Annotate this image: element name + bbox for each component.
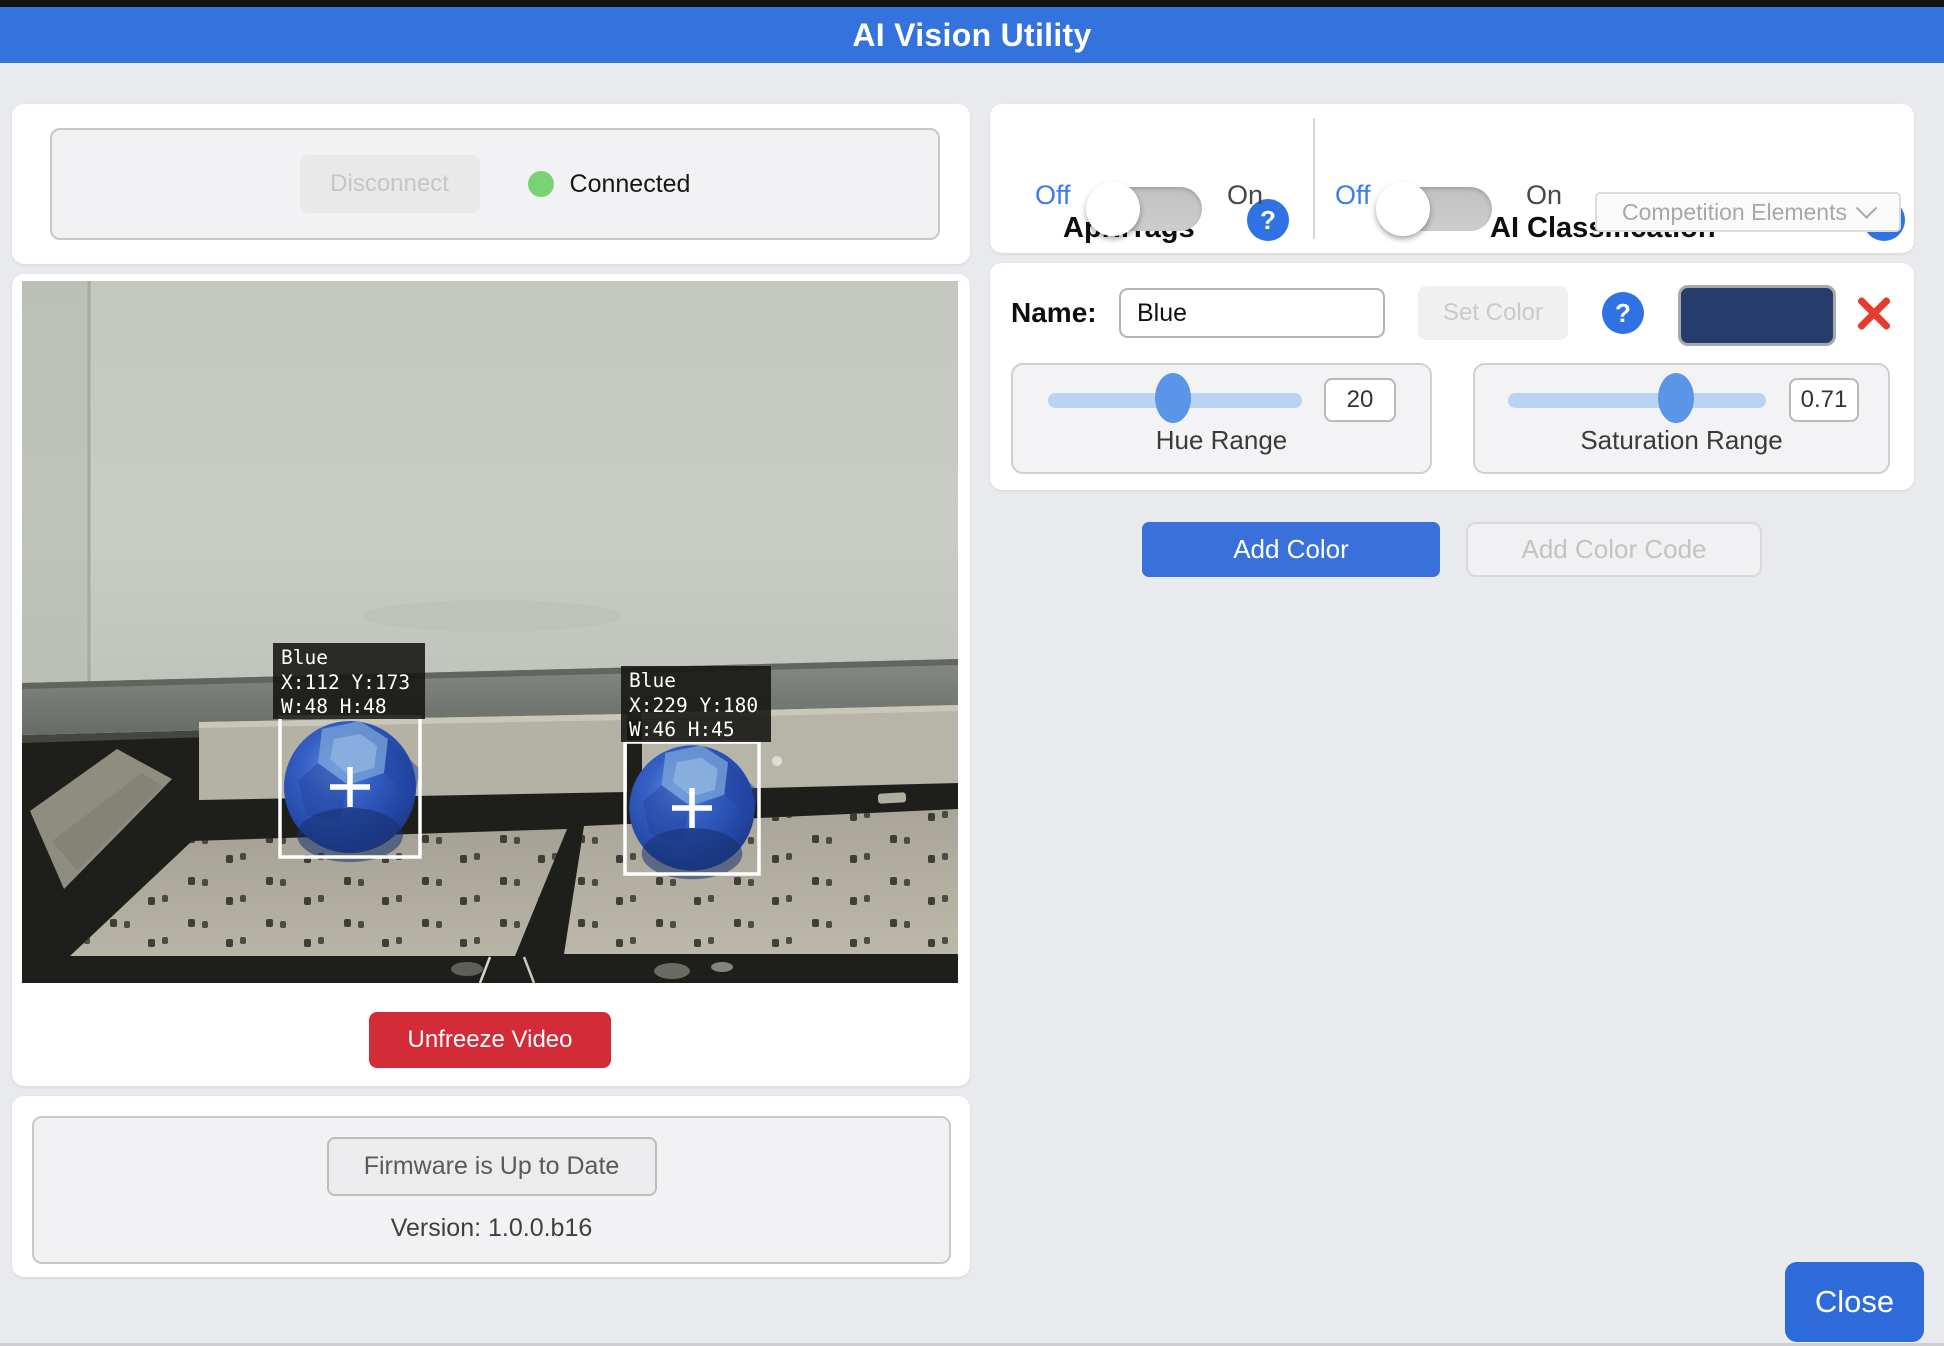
apriltags-off-label: Off: [1035, 180, 1071, 211]
connected-status-dot-icon: [528, 171, 554, 197]
svg-text:X:112 Y:173: X:112 Y:173: [281, 671, 410, 694]
hue-slider-handle[interactable]: [1155, 373, 1191, 423]
hue-value-box[interactable]: 20: [1324, 378, 1396, 422]
ai-on-label: On: [1526, 180, 1562, 211]
connection-status: Connected: [528, 170, 691, 199]
scene-wall-corner: [22, 281, 89, 703]
apriltags-on-label: On: [1227, 180, 1263, 211]
svg-text:X:229 Y:180: X:229 Y:180: [629, 694, 758, 717]
detection-mode-card: AprilTags ? Off On AI Classification ? O…: [990, 104, 1914, 253]
firmware-update-button[interactable]: Firmware is Up to Date: [327, 1137, 657, 1196]
ai-model-select[interactable]: Competition Elements: [1595, 192, 1901, 232]
ai-classification-toggle[interactable]: [1380, 187, 1492, 231]
app-header: AI Vision Utility: [0, 7, 1944, 63]
firmware-version-label: Version: 1.0.0.b16: [391, 1214, 593, 1243]
firmware-panel: Firmware is Up to Date Version: 1.0.0.b1…: [32, 1116, 951, 1264]
color-help-icon[interactable]: ?: [1602, 292, 1644, 334]
window-top-edge: [0, 0, 1944, 7]
camera-feed-image: Blue X:112 Y:173 W:48 H:48 Blue X:229 Y:…: [22, 281, 958, 983]
detection-label-1: Blue X:112 Y:173 W:48 H:48: [273, 643, 425, 719]
saturation-slider-track[interactable]: [1508, 393, 1766, 408]
saturation-range-label: Saturation Range: [1475, 425, 1888, 456]
ai-off-label: Off: [1335, 180, 1371, 211]
close-button[interactable]: Close: [1785, 1262, 1924, 1342]
video-card: Blue X:112 Y:173 W:48 H:48 Blue X:229 Y:…: [12, 274, 970, 1086]
detection-label-2: Blue X:229 Y:180 W:46 H:45: [621, 666, 771, 742]
color-signature-card: Name: Set Color ? 20 Hue Range 0.71 Satu…: [990, 263, 1914, 490]
remove-color-button[interactable]: [1852, 291, 1896, 335]
color-swatch: [1678, 285, 1836, 346]
page-title: AI Vision Utility: [852, 17, 1091, 54]
firmware-card: Firmware is Up to Date Version: 1.0.0.b1…: [12, 1096, 970, 1277]
disconnect-button[interactable]: Disconnect: [300, 155, 480, 213]
section-divider: [1313, 118, 1315, 239]
add-color-code-button[interactable]: Add Color Code: [1466, 522, 1762, 577]
set-color-button[interactable]: Set Color: [1418, 286, 1568, 340]
connection-status-label: Connected: [570, 170, 691, 199]
saturation-slider-handle[interactable]: [1658, 373, 1694, 423]
apriltags-toggle-knob[interactable]: [1086, 182, 1140, 236]
saturation-value-box[interactable]: 0.71: [1789, 378, 1859, 422]
hue-range-label: Hue Range: [1013, 425, 1430, 456]
color-name-label: Name:: [1011, 297, 1097, 329]
saturation-range-group: 0.71 Saturation Range: [1473, 363, 1890, 474]
color-name-input[interactable]: [1119, 288, 1385, 338]
connection-card: Disconnect Connected: [12, 104, 970, 264]
connection-panel: Disconnect Connected: [50, 128, 940, 240]
add-color-button[interactable]: Add Color: [1142, 522, 1440, 577]
svg-text:W:48 H:48: W:48 H:48: [281, 695, 387, 718]
apriltags-toggle[interactable]: [1090, 187, 1202, 231]
svg-text:Blue: Blue: [281, 646, 328, 669]
chevron-down-icon: [1856, 197, 1877, 218]
hue-range-group: 20 Hue Range: [1011, 363, 1432, 474]
ai-model-selected-value: Competition Elements: [1622, 199, 1847, 226]
ai-toggle-knob[interactable]: [1376, 182, 1430, 236]
unfreeze-video-button[interactable]: Unfreeze Video: [369, 1012, 611, 1068]
svg-text:W:46 H:45: W:46 H:45: [629, 718, 735, 741]
scene-wall: [22, 281, 958, 701]
svg-text:Blue: Blue: [629, 669, 676, 692]
